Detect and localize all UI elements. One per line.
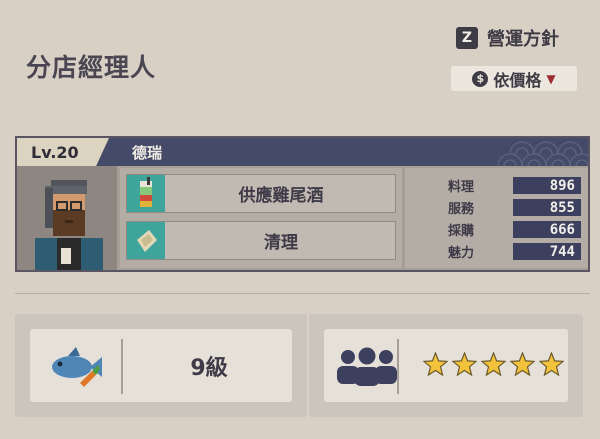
- crew-rating-inner: [324, 329, 568, 402]
- star-icon: [423, 352, 448, 377]
- manager-name: 德瑞: [132, 144, 163, 162]
- avatar: [17, 166, 117, 270]
- z-key-icon: Z: [456, 27, 478, 49]
- policy-label: 營運方針: [487, 29, 559, 50]
- star-icon: [510, 352, 535, 377]
- level-badge: Lv.20: [17, 138, 109, 166]
- job-label: 供應雞尾酒: [238, 186, 324, 206]
- fish-and-carrot-icon: [46, 343, 106, 393]
- stat-row: 服務 855: [411, 198, 581, 217]
- divider: [15, 293, 590, 294]
- stat-list: 料理 896 服務 855 採購 666 魅力 744: [405, 168, 588, 268]
- stat-value: 666: [513, 221, 581, 238]
- cocktail-icon: [127, 175, 165, 212]
- coin-icon: $: [472, 70, 489, 87]
- page-title: 分店經理人: [26, 53, 157, 82]
- stat-value: 855: [513, 199, 581, 216]
- star-icon: [539, 352, 564, 377]
- stat-row: 採購 666: [411, 220, 581, 239]
- stat-value: 744: [513, 243, 581, 260]
- policy-button[interactable]: Z 營運方針: [456, 25, 559, 51]
- separator: [397, 339, 399, 394]
- stat-label: 採購: [447, 224, 474, 239]
- stat-label: 服務: [447, 202, 474, 217]
- star-icon: [481, 352, 506, 377]
- job-list: 供應雞尾酒 清理: [120, 168, 402, 268]
- star-rating: [423, 352, 564, 377]
- ingredient-level: 9級: [190, 355, 228, 381]
- stat-label: 魅力: [447, 246, 474, 261]
- staff-group-icon: [334, 347, 400, 391]
- ingredient-level-inner: 9級: [30, 329, 292, 402]
- cleaning-cloth-icon: [127, 222, 165, 259]
- crew-rating-panel[interactable]: [309, 314, 583, 417]
- stat-label: 料理: [447, 180, 474, 195]
- job-slot[interactable]: 供應雞尾酒: [126, 174, 396, 213]
- stat-value: 896: [513, 177, 581, 194]
- stat-row: 魅力 744: [411, 242, 581, 261]
- separator: [121, 339, 123, 394]
- job-label: 清理: [264, 233, 298, 253]
- ingredient-level-panel[interactable]: 9級: [15, 314, 307, 417]
- manager-portrait: [17, 166, 117, 270]
- manager-header: Lv.20 德瑞: [17, 138, 588, 166]
- manager-card[interactable]: Lv.20 德瑞 供應雞尾酒 清理 料理 896 服務 855 採購 666 魅…: [15, 136, 590, 272]
- star-icon: [452, 352, 477, 377]
- wave-pattern-icon: [498, 141, 588, 166]
- stat-row: 料理 896: [411, 176, 581, 195]
- sort-label: 依價格: [493, 70, 542, 90]
- job-slot[interactable]: 清理: [126, 221, 396, 260]
- sort-dropdown[interactable]: $ 依價格 ▼: [451, 66, 577, 91]
- dropdown-arrow-icon: ▼: [546, 71, 556, 86]
